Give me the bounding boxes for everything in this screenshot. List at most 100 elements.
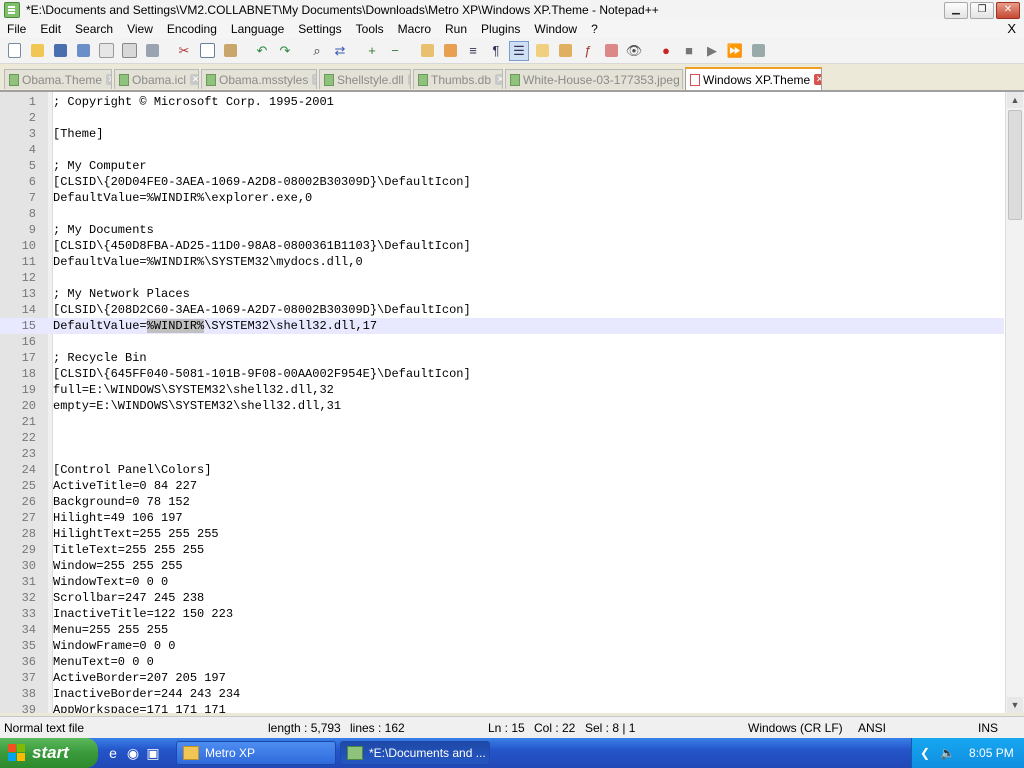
menu-window[interactable]: Window [527,20,584,38]
tab-windows-xp-theme[interactable]: Windows XP.Theme ✕ [685,67,822,90]
menu-view[interactable]: View [120,20,160,38]
code-text[interactable]: DefaultValue=%WINDIR%\SYSTEM32\mydocs.dl… [53,254,363,270]
code-line[interactable]: 28 HilightText=255 255 255 [0,526,1004,542]
code-text[interactable]: ; Recycle Bin [53,350,147,366]
scroll-thumb[interactable] [1008,110,1022,220]
code-text[interactable]: ; Copyright © Microsoft Corp. 1995-2001 [53,94,334,110]
tab-close-icon[interactable]: ✕ [407,74,410,85]
close-all-icon[interactable] [119,41,139,61]
code-text[interactable]: empty=E:\WINDOWS\SYSTEM32\shell32.dll,31 [53,398,341,414]
code-text[interactable]: ; My Computer [53,158,147,174]
monitor-icon[interactable]: 👁 [624,41,644,61]
new-file-icon[interactable] [4,41,24,61]
code-line[interactable]: 18 [CLSID\{645FF040-5081-101B-9F08-00AA00… [0,366,1004,382]
tab-close-icon[interactable]: ✕ [495,74,502,85]
code-line[interactable]: 27 Hilight=49 106 197 [0,510,1004,526]
sync-vertical-icon[interactable] [417,41,437,61]
code-line[interactable]: 25 ActiveTitle=0 84 227 [0,478,1004,494]
code-text[interactable]: [Theme] [53,126,103,142]
tab-thumbs-db[interactable]: Thumbs.db ✕ [413,69,503,89]
code-text[interactable]: [Control Panel\Colors] [53,462,211,478]
menu-run[interactable]: Run [438,20,474,38]
cut-icon[interactable]: ✂ [174,41,194,61]
clock[interactable]: 8:05 PM [969,746,1014,760]
code-line[interactable]: 13 ; My Network Places [0,286,1004,302]
volume-icon[interactable]: 🔈 [940,746,955,760]
tab-close-icon[interactable]: ✕ [106,74,111,85]
code-text[interactable]: ; My Network Places [53,286,190,302]
play-multiple-icon[interactable]: ⏩ [725,41,745,61]
tray-expand-icon[interactable]: ❮ [920,746,930,760]
code-line[interactable]: 15 DefaultValue=%WINDIR%\SYSTEM32\shell32… [0,318,1004,334]
tab-close-icon[interactable]: ✕ [814,74,821,85]
code-line[interactable]: 17 ; Recycle Bin [0,350,1004,366]
minimize-button[interactable]: ▁ [944,2,968,19]
code-line[interactable]: 24 [Control Panel\Colors] [0,462,1004,478]
close-document-button[interactable]: X [1007,20,1016,38]
code-line[interactable]: 39 AppWorkspace=171 171 171 [0,702,1004,713]
title-bar[interactable]: *E:\Documents and Settings\VM2.COLLABNET… [0,0,1024,21]
code-line[interactable]: 3 [Theme] [0,126,1004,142]
code-text[interactable]: MenuText=0 0 0 [53,654,154,670]
maximize-button[interactable]: ❐ [970,2,994,19]
code-line[interactable]: 16 [0,334,1004,350]
menu-help[interactable]: ? [584,20,605,38]
redo-icon[interactable]: ↷ [275,41,295,61]
code-text[interactable]: HilightText=255 255 255 [53,526,219,542]
tab-obama-msstyles[interactable]: Obama.msstyles ✕ [201,69,317,89]
code-text[interactable]: [CLSID\{208D2C60-3AEA-1069-A2D7-08002B30… [53,302,471,318]
editor-lines[interactable]: 1 ; Copyright © Microsoft Corp. 1995-2001… [0,94,1004,713]
menu-search[interactable]: Search [68,20,120,38]
zoom-out-icon[interactable]: − [385,41,405,61]
code-line[interactable]: 31 WindowText=0 0 0 [0,574,1004,590]
code-text[interactable]: full=E:\WINDOWS\SYSTEM32\shell32.dll,32 [53,382,334,398]
task-metro-xp[interactable]: Metro XP [176,741,336,765]
sync-horizontal-icon[interactable] [440,41,460,61]
notepadpp-app-icon[interactable] [4,2,20,18]
code-text[interactable]: TitleText=255 255 255 [53,542,204,558]
code-text[interactable]: ActiveBorder=207 205 197 [53,670,226,686]
menu-language[interactable]: Language [224,20,291,38]
undo-icon[interactable]: ↶ [252,41,272,61]
code-text[interactable]: [CLSID\{450D8FBA-AD25-11D0-98A8-0800361B… [53,238,471,254]
menu-settings[interactable]: Settings [291,20,348,38]
vertical-scrollbar[interactable]: ▲ ▼ [1005,92,1024,713]
menu-tools[interactable]: Tools [349,20,391,38]
tab-obama-icl[interactable]: Obama.icl ✕ [114,69,199,89]
paste-icon[interactable] [220,41,240,61]
tab-obama-theme[interactable]: Obama.Theme ✕ [4,69,112,89]
word-wrap-icon[interactable]: ≡ [463,41,483,61]
menu-plugins[interactable]: Plugins [474,20,527,38]
code-line[interactable]: 32 Scrollbar=247 245 238 [0,590,1004,606]
play-macro-icon[interactable]: ▶ [702,41,722,61]
code-line[interactable]: 26 Background=0 78 152 [0,494,1004,510]
record-macro-icon[interactable]: ● [656,41,676,61]
code-text[interactable]: WindowFrame=0 0 0 [53,638,175,654]
menu-encoding[interactable]: Encoding [160,20,224,38]
menu-edit[interactable]: Edit [33,20,68,38]
internet-explorer-icon[interactable]: e [104,744,122,762]
code-line[interactable]: 5 ; My Computer [0,158,1004,174]
code-line[interactable]: 38 InactiveBorder=244 243 234 [0,686,1004,702]
code-text[interactable]: Menu=255 255 255 [53,622,168,638]
text-editor[interactable]: 1 ; Copyright © Microsoft Corp. 1995-2001… [0,91,1024,713]
code-line[interactable]: 37 ActiveBorder=207 205 197 [0,670,1004,686]
code-line[interactable]: 11 DefaultValue=%WINDIR%\SYSTEM32\mydocs.… [0,254,1004,270]
zoom-in-icon[interactable]: + [362,41,382,61]
save-macro-icon[interactable] [748,41,768,61]
find-icon[interactable]: ⌕ [307,41,327,61]
code-text[interactable]: InactiveTitle=122 150 223 [53,606,233,622]
indent-guide-icon[interactable]: ☰ [509,40,529,61]
code-line[interactable]: 23 [0,446,1004,462]
menu-file[interactable]: File [0,20,33,38]
close-window-button[interactable]: ✕ [996,2,1020,19]
code-text[interactable]: ; My Documents [53,222,154,238]
code-text[interactable]: InactiveBorder=244 243 234 [53,686,240,702]
doc-map-icon[interactable] [555,41,575,61]
code-line[interactable]: 20 empty=E:\WINDOWS\SYSTEM32\shell32.dll,… [0,398,1004,414]
code-line[interactable]: 22 [0,430,1004,446]
code-line[interactable]: 14 [CLSID\{208D2C60-3AEA-1069-A2D7-08002B… [0,302,1004,318]
scroll-up-icon[interactable]: ▲ [1007,92,1023,108]
open-file-icon[interactable] [27,41,47,61]
show-desktop-icon[interactable]: ▣ [144,744,162,762]
